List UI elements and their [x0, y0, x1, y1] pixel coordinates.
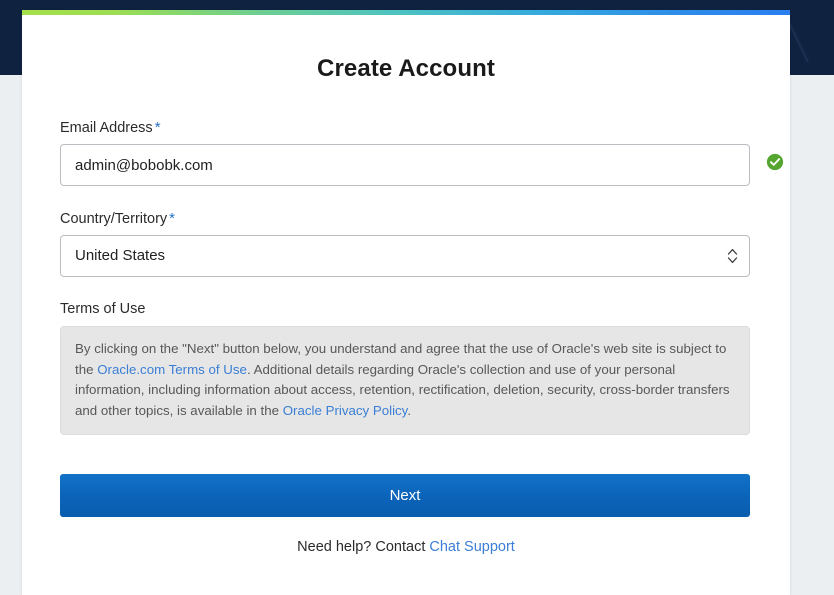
oracle-privacy-policy-link[interactable]: Oracle Privacy Policy: [283, 403, 408, 418]
country-select-wrapper: United States: [60, 235, 750, 277]
country-required-asterisk: *: [169, 210, 175, 227]
next-button[interactable]: Next: [60, 474, 750, 517]
help-text: Need help? Contact: [297, 539, 429, 555]
create-account-card: Create Account Email Address*: [22, 10, 790, 595]
help-footer: Need help? Contact Chat Support: [60, 539, 752, 555]
country-label-text: Country/Territory: [60, 211, 167, 227]
page-title: Create Account: [60, 55, 752, 83]
oracle-terms-of-use-link[interactable]: Oracle.com Terms of Use: [97, 362, 247, 377]
email-input[interactable]: [60, 144, 750, 186]
page-root: Create Account Email Address*: [0, 0, 834, 595]
valid-check-icon: [766, 153, 784, 171]
create-account-form: Email Address* Country/Territory* United…: [60, 119, 752, 555]
country-select[interactable]: United States: [60, 235, 750, 277]
country-field-group: Country/Territory* United States: [60, 210, 752, 277]
chat-support-link[interactable]: Chat Support: [429, 539, 514, 555]
terms-text-part-3: .: [407, 403, 411, 418]
email-required-asterisk: *: [155, 119, 161, 136]
email-label: Email Address*: [60, 119, 752, 136]
email-label-text: Email Address: [60, 120, 153, 136]
terms-label: Terms of Use: [60, 301, 752, 317]
gradient-accent-bar: [22, 10, 790, 15]
email-field-group: Email Address*: [60, 119, 752, 186]
country-label: Country/Territory*: [60, 210, 752, 227]
card-body: Create Account Email Address*: [22, 55, 790, 555]
terms-text-box: By clicking on the "Next" button below, …: [60, 326, 750, 435]
terms-field-group: Terms of Use By clicking on the "Next" b…: [60, 301, 752, 435]
